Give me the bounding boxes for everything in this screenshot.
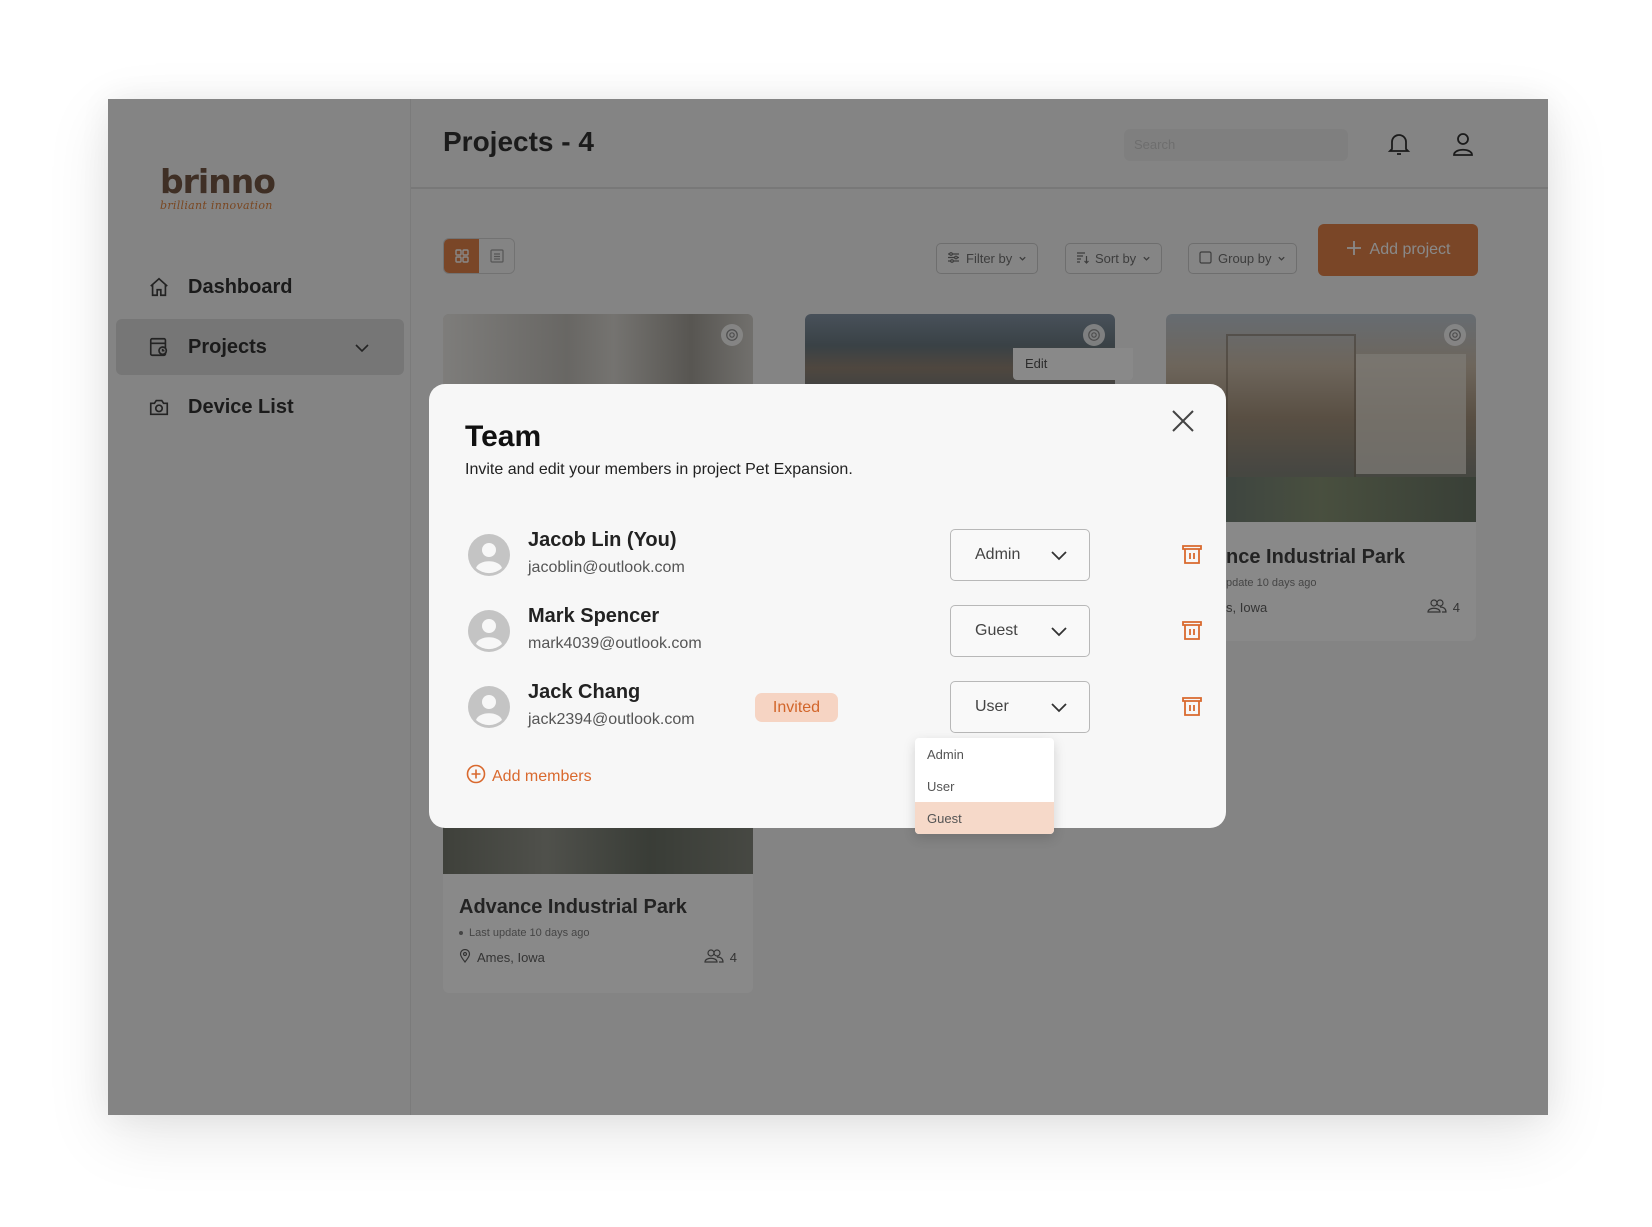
- trash-icon[interactable]: [1181, 695, 1203, 717]
- app-window: brinno brilliant innovation Dashboard Pr…: [108, 99, 1548, 1115]
- role-value: Admin: [975, 546, 1021, 563]
- member-email: mark4039@outlook.com: [528, 635, 702, 652]
- role-option-user[interactable]: User: [915, 770, 1054, 802]
- member-row: Mark Spencer mark4039@outlook.com Guest: [465, 605, 1202, 665]
- add-members-label: Add members: [492, 767, 592, 785]
- role-value: User: [975, 698, 1009, 715]
- role-select[interactable]: User: [950, 681, 1090, 733]
- role-option-admin[interactable]: Admin: [915, 738, 1054, 770]
- modal-subtitle: Invite and edit your members in project …: [465, 461, 853, 478]
- add-members-button[interactable]: Add members: [466, 764, 592, 789]
- member-name: Jack Chang: [528, 681, 641, 703]
- role-select[interactable]: Guest: [950, 605, 1090, 657]
- member-email: jacoblin@outlook.com: [528, 559, 685, 576]
- chevron-down-icon: [1051, 549, 1067, 567]
- member-email: jack2394@outlook.com: [528, 711, 695, 728]
- chevron-down-icon: [1051, 625, 1067, 643]
- member-name: Jacob Lin (You): [528, 529, 677, 551]
- modal-title: Team: [465, 420, 542, 453]
- role-option-guest[interactable]: Guest: [915, 802, 1054, 834]
- avatar: [468, 686, 510, 728]
- avatar: [468, 610, 510, 652]
- plus-circle-icon: [466, 764, 486, 789]
- trash-icon[interactable]: [1181, 619, 1203, 641]
- team-modal: Team Invite and edit your members in pro…: [429, 384, 1226, 828]
- member-name: Mark Spencer: [528, 605, 660, 627]
- trash-icon[interactable]: [1181, 543, 1203, 565]
- role-dropdown-menu: Admin User Guest: [915, 738, 1054, 834]
- member-row: Jack Chang jack2394@outlook.com Invited …: [465, 681, 1202, 741]
- role-select[interactable]: Admin: [950, 529, 1090, 581]
- status-badge: Invited: [755, 693, 838, 722]
- close-icon[interactable]: [1170, 408, 1196, 434]
- avatar: [468, 534, 510, 576]
- chevron-down-icon: [1051, 701, 1067, 719]
- role-value: Guest: [975, 622, 1018, 639]
- member-row: Jacob Lin (You) jacoblin@outlook.com Adm…: [465, 529, 1202, 589]
